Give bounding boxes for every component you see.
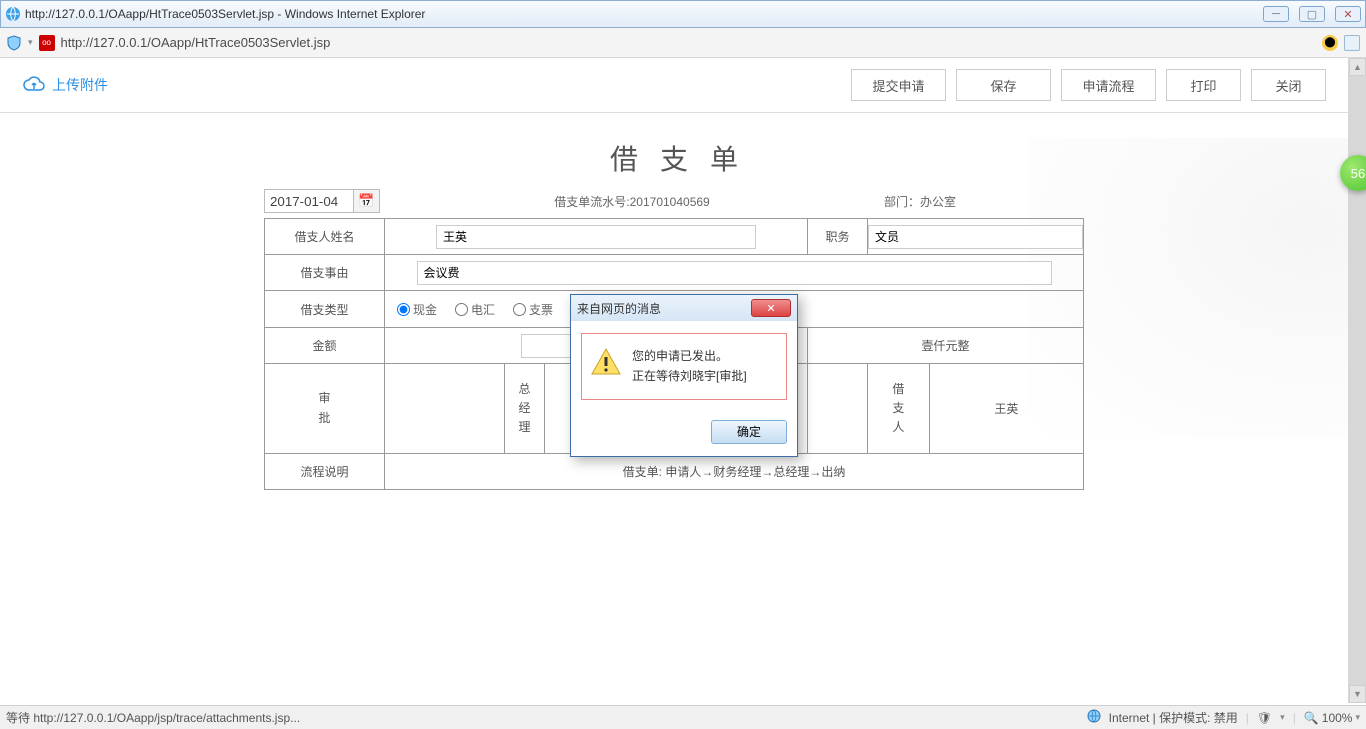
security-shield-icon[interactable] bbox=[6, 35, 22, 51]
status-bar: 等待 http://127.0.0.1/OAapp/jsp/trace/atta… bbox=[0, 705, 1366, 729]
amount-label: 金额 bbox=[265, 328, 385, 364]
approve-cell-1 bbox=[385, 364, 505, 454]
dialog-title: 来自网页的消息 bbox=[577, 300, 661, 317]
dialog-close-button[interactable]: ✕ bbox=[751, 299, 791, 317]
warning-icon bbox=[590, 346, 622, 378]
ie-logo-icon bbox=[5, 6, 21, 22]
type-check-radio[interactable]: 支票 bbox=[513, 301, 553, 318]
name-label: 借支人姓名 bbox=[265, 219, 385, 255]
window-minimize-button[interactable]: ─ bbox=[1263, 6, 1289, 22]
alert-dialog: 来自网页的消息 ✕ 您的申请已发出。 正在等待刘晓宇[审批] 确定 bbox=[570, 294, 798, 457]
type-wire-radio[interactable]: 电汇 bbox=[455, 301, 495, 318]
mid-cell bbox=[808, 364, 868, 454]
reason-input[interactable] bbox=[417, 261, 1052, 285]
protected-mode-icon[interactable]: 🛡 bbox=[1257, 711, 1272, 725]
security-warning-icon[interactable]: ⬤ bbox=[1322, 35, 1338, 51]
site-favicon-icon: oo bbox=[39, 35, 55, 51]
borrower-value: 王英 bbox=[929, 364, 1083, 454]
name-input[interactable] bbox=[436, 225, 756, 249]
upload-label: 上传附件 bbox=[52, 75, 108, 95]
date-picker-button[interactable]: 📅 bbox=[354, 189, 380, 213]
url-text[interactable]: http://127.0.0.1/OAapp/HtTrace0503Servle… bbox=[61, 35, 1316, 50]
flow-button[interactable]: 申请流程 bbox=[1061, 69, 1156, 101]
gm-label: 总经理 bbox=[505, 364, 545, 454]
zoom-value: 100% bbox=[1322, 711, 1353, 725]
approve-label: 审批 bbox=[265, 364, 385, 454]
window-titlebar: http://127.0.0.1/OAapp/HtTrace0503Servle… bbox=[0, 0, 1366, 28]
window-maximize-button[interactable]: ▢ bbox=[1299, 6, 1325, 22]
window-close-button[interactable]: ✕ bbox=[1335, 6, 1361, 22]
amount-cn: 壹仟元整 bbox=[808, 328, 1084, 364]
type-label: 借支类型 bbox=[265, 291, 385, 328]
scroll-down-arrow-icon[interactable]: ▼ bbox=[1349, 685, 1366, 703]
position-input[interactable] bbox=[868, 225, 1083, 249]
position-label: 职务 bbox=[808, 219, 868, 255]
save-button[interactable]: 保存 bbox=[956, 69, 1051, 101]
dialog-ok-button[interactable]: 确定 bbox=[711, 420, 787, 444]
serial-value: 201701040569 bbox=[630, 195, 710, 209]
status-left: 等待 http://127.0.0.1/OAapp/jsp/trace/atta… bbox=[6, 709, 1087, 726]
date-input[interactable] bbox=[264, 189, 354, 213]
serial-label: 借支单流水号: bbox=[554, 195, 629, 209]
status-zone: Internet | 保护模式: 禁用 bbox=[1109, 709, 1238, 726]
address-bar: ▾ oo http://127.0.0.1/OAapp/HtTrace0503S… bbox=[0, 28, 1366, 58]
borrower-label: 借支人 bbox=[868, 364, 930, 454]
status-dropdown-icon[interactable]: ▾ bbox=[1280, 712, 1285, 723]
print-button[interactable]: 打印 bbox=[1166, 69, 1241, 101]
zoom-dropdown-icon[interactable]: ▾ bbox=[1355, 712, 1360, 723]
calendar-icon: 📅 bbox=[358, 193, 374, 208]
cloud-upload-icon bbox=[22, 76, 46, 94]
type-cash-radio[interactable]: 现金 bbox=[397, 301, 437, 318]
submit-button[interactable]: 提交申请 bbox=[851, 69, 946, 101]
refresh-button[interactable] bbox=[1344, 35, 1360, 51]
dropdown-arrow-icon[interactable]: ▾ bbox=[28, 37, 33, 48]
window-title: http://127.0.0.1/OAapp/HtTrace0503Servle… bbox=[25, 7, 425, 21]
dept-value: 办公室 bbox=[920, 195, 956, 209]
dialog-line2: 正在等待刘晓宇[审批] bbox=[632, 366, 747, 386]
flow-text: 借支单: 申请人→财务经理→总经理→出纳 bbox=[385, 454, 1084, 490]
scroll-up-arrow-icon[interactable]: ▲ bbox=[1349, 58, 1366, 76]
reason-label: 借支事由 bbox=[265, 255, 385, 291]
dialog-line1: 您的申请已发出。 bbox=[632, 346, 747, 366]
close-button[interactable]: 关闭 bbox=[1251, 69, 1326, 101]
flow-label: 流程说明 bbox=[265, 454, 385, 490]
page-toolbar: 上传附件 提交申请 保存 申请流程 打印 关闭 bbox=[0, 58, 1348, 113]
form-title: 借支单 bbox=[264, 123, 1084, 188]
upload-attachment-button[interactable]: 上传附件 bbox=[22, 75, 108, 95]
globe-icon bbox=[1087, 709, 1101, 726]
zoom-icon[interactable]: 🔍 bbox=[1304, 711, 1319, 725]
dept-label: 部门： bbox=[884, 195, 920, 209]
